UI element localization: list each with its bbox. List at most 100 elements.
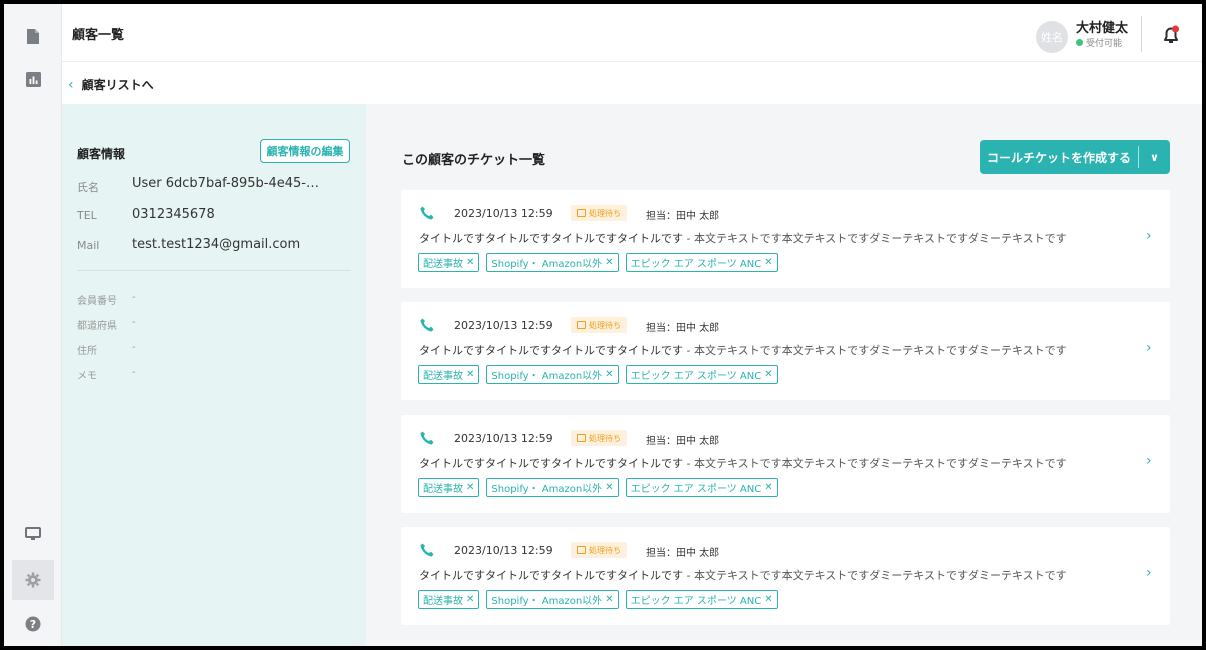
monitor-icon[interactable]: [12, 514, 54, 554]
ticket-card[interactable]: 2023/10/13 12:59 処理待ち 担当：田中 太郎 タイトルですタイト…: [401, 527, 1170, 625]
tag[interactable]: 配送事故 ✕: [418, 590, 480, 609]
ticket-tags: 配送事故 ✕ Shopify・ Amazon以外 ✕ エピック エア スポーツ AN…: [418, 590, 778, 609]
inbox-icon: [577, 321, 586, 329]
avatar[interactable]: 姓名: [1036, 21, 1068, 53]
name-label: 氏名: [77, 181, 99, 194]
close-icon[interactable]: ✕: [764, 369, 772, 380]
tag[interactable]: Shopify・ Amazon以外 ✕: [486, 590, 619, 609]
ticket-summary: タイトルですタイトルですタイトルですタイトルです - 本文テキストです本文テキス…: [419, 230, 1067, 246]
user-status-label: 受付可能: [1086, 39, 1123, 49]
online-status-dot: [1076, 39, 1083, 46]
ticket-title: タイトルですタイトルですタイトルですタイトルです: [419, 232, 683, 245]
tag-label: Shopify・ Amazon以外: [491, 484, 603, 495]
memo-label: メモ: [77, 371, 97, 382]
notification-bell-icon[interactable]: [1160, 24, 1182, 46]
edit-customer-button[interactable]: 顧客情報の編集: [260, 139, 350, 163]
tag[interactable]: 配送事故 ✕: [418, 253, 480, 272]
address-value: -: [132, 342, 136, 353]
tag[interactable]: 配送事故 ✕: [418, 365, 480, 384]
close-icon[interactable]: ✕: [466, 369, 474, 380]
close-icon[interactable]: ✕: [764, 257, 772, 268]
page-title: 顧客一覧: [72, 28, 125, 43]
mail-value: test.test1234@gmail.com: [132, 237, 301, 252]
prefecture-label: 都道府県: [77, 321, 117, 332]
phone-icon: [420, 206, 434, 220]
close-icon[interactable]: ✕: [605, 594, 613, 605]
tag-label: Shopify・ Amazon以外: [491, 259, 603, 270]
ticket-summary: タイトルですタイトルですタイトルですタイトルです - 本文テキストです本文テキス…: [419, 455, 1067, 471]
tag-label: Shopify・ Amazon以外: [491, 371, 603, 382]
gear-icon[interactable]: [12, 560, 54, 600]
document-icon[interactable]: [12, 16, 54, 56]
close-icon[interactable]: ✕: [764, 594, 772, 605]
member-number-value: -: [132, 292, 136, 303]
ticket-body: - 本文テキストです本文テキストですダミーテキストですダミーテキストです: [683, 344, 1067, 357]
chevron-right-icon[interactable]: ›: [1146, 340, 1152, 356]
ticket-title: タイトルですタイトルですタイトルですタイトルです: [419, 569, 683, 582]
tel-label: TEL: [77, 209, 97, 222]
help-icon[interactable]: ?: [12, 604, 54, 644]
tag[interactable]: Shopify・ Amazon以外 ✕: [486, 253, 619, 272]
tag[interactable]: エピック エア スポーツ ANC ✕: [625, 478, 778, 497]
chevron-right-icon[interactable]: ›: [1146, 565, 1152, 581]
tag-label: 配送事故: [423, 371, 463, 382]
user-name[interactable]: 大村健太: [1076, 17, 1128, 36]
ticket-assignee: 担当：田中 太郎: [646, 211, 720, 222]
close-icon[interactable]: ✕: [605, 257, 613, 268]
tag[interactable]: Shopify・ Amazon以外 ✕: [486, 478, 619, 497]
ticket-body: - 本文テキストです本文テキストですダミーテキストですダミーテキストです: [683, 457, 1067, 470]
tag-label: 配送事故: [423, 484, 463, 495]
phone-icon: [420, 543, 434, 557]
icon-rail: ?: [4, 4, 62, 646]
ticket-title: タイトルですタイトルですタイトルですタイトルです: [419, 344, 683, 357]
tag-label: Shopify・ Amazon以外: [491, 596, 603, 607]
tag-label: 配送事故: [423, 596, 463, 607]
close-icon[interactable]: ✕: [605, 482, 613, 493]
header-divider: [1141, 16, 1142, 52]
ticket-card[interactable]: 2023/10/13 12:59 処理待ち 担当：田中 太郎 タイトルですタイト…: [401, 415, 1170, 513]
tag-label: エピック エア スポーツ ANC: [630, 484, 762, 495]
ticket-date: 2023/10/13 12:59: [454, 544, 553, 557]
ticket-card[interactable]: 2023/10/13 12:59 処理待ち 担当：田中 太郎 タイトルですタイト…: [401, 190, 1170, 288]
status-badge: 処理待ち: [571, 430, 627, 446]
create-call-ticket-button[interactable]: コールチケットを作成する ∨: [980, 140, 1170, 174]
close-icon[interactable]: ✕: [466, 594, 474, 605]
user-status[interactable]: 受付可能: [1076, 36, 1122, 49]
ticket-body: - 本文テキストです本文テキストですダミーテキストですダミーテキストです: [683, 232, 1067, 245]
tag-label: エピック エア スポーツ ANC: [630, 371, 762, 382]
ticket-assignee: 担当：田中 太郎: [646, 323, 720, 334]
member-number-label: 会員番号: [77, 296, 117, 307]
tag[interactable]: エピック エア スポーツ ANC ✕: [625, 590, 778, 609]
customer-info-panel: 顧客情報 顧客情報の編集 氏名 User 6dcb7baf-895b-4e45-…: [62, 104, 366, 646]
close-icon[interactable]: ✕: [764, 482, 772, 493]
status-label: 処理待ち: [589, 320, 621, 330]
chevron-down-icon[interactable]: ∨: [1139, 151, 1170, 164]
tag[interactable]: エピック エア スポーツ ANC ✕: [625, 253, 778, 272]
close-icon[interactable]: ✕: [466, 257, 474, 268]
chevron-right-icon[interactable]: ›: [1146, 228, 1152, 244]
app-window: ? 顧客一覧 姓名 大村健太 受付可能 ‹ 顧客リストへ 顧客情報 顧客情報の編: [0, 0, 1206, 650]
ticket-body: - 本文テキストです本文テキストですダミーテキストですダミーテキストです: [683, 569, 1067, 582]
back-to-customer-list-link[interactable]: ‹ 顧客リストへ: [68, 76, 154, 93]
ticket-card[interactable]: 2023/10/13 12:59 処理待ち 担当：田中 太郎 タイトルですタイト…: [401, 302, 1170, 400]
subheader: ‹ 顧客リストへ: [62, 62, 1202, 104]
ticket-tags: 配送事故 ✕ Shopify・ Amazon以外 ✕ エピック エア スポーツ AN…: [418, 478, 778, 497]
phone-icon: [420, 318, 434, 332]
tel-value: 0312345678: [132, 207, 215, 222]
create-call-ticket-label[interactable]: コールチケットを作成する: [980, 149, 1138, 166]
close-icon[interactable]: ✕: [605, 369, 613, 380]
close-icon[interactable]: ✕: [466, 482, 474, 493]
ticket-assignee: 担当：田中 太郎: [646, 548, 720, 559]
address-label: 住所: [77, 346, 97, 357]
prefecture-value: -: [132, 317, 136, 328]
chevron-right-icon[interactable]: ›: [1146, 453, 1152, 469]
ticket-summary: タイトルですタイトルですタイトルですタイトルです - 本文テキストです本文テキス…: [419, 342, 1067, 358]
ticket-date: 2023/10/13 12:59: [454, 319, 553, 332]
inbox-icon: [577, 546, 586, 554]
tag[interactable]: 配送事故 ✕: [418, 478, 480, 497]
tag[interactable]: エピック エア スポーツ ANC ✕: [625, 365, 778, 384]
chart-icon[interactable]: [12, 59, 54, 99]
chevron-left-icon: ‹: [68, 76, 74, 93]
status-label: 処理待ち: [589, 545, 621, 555]
tag[interactable]: Shopify・ Amazon以外 ✕: [486, 365, 619, 384]
